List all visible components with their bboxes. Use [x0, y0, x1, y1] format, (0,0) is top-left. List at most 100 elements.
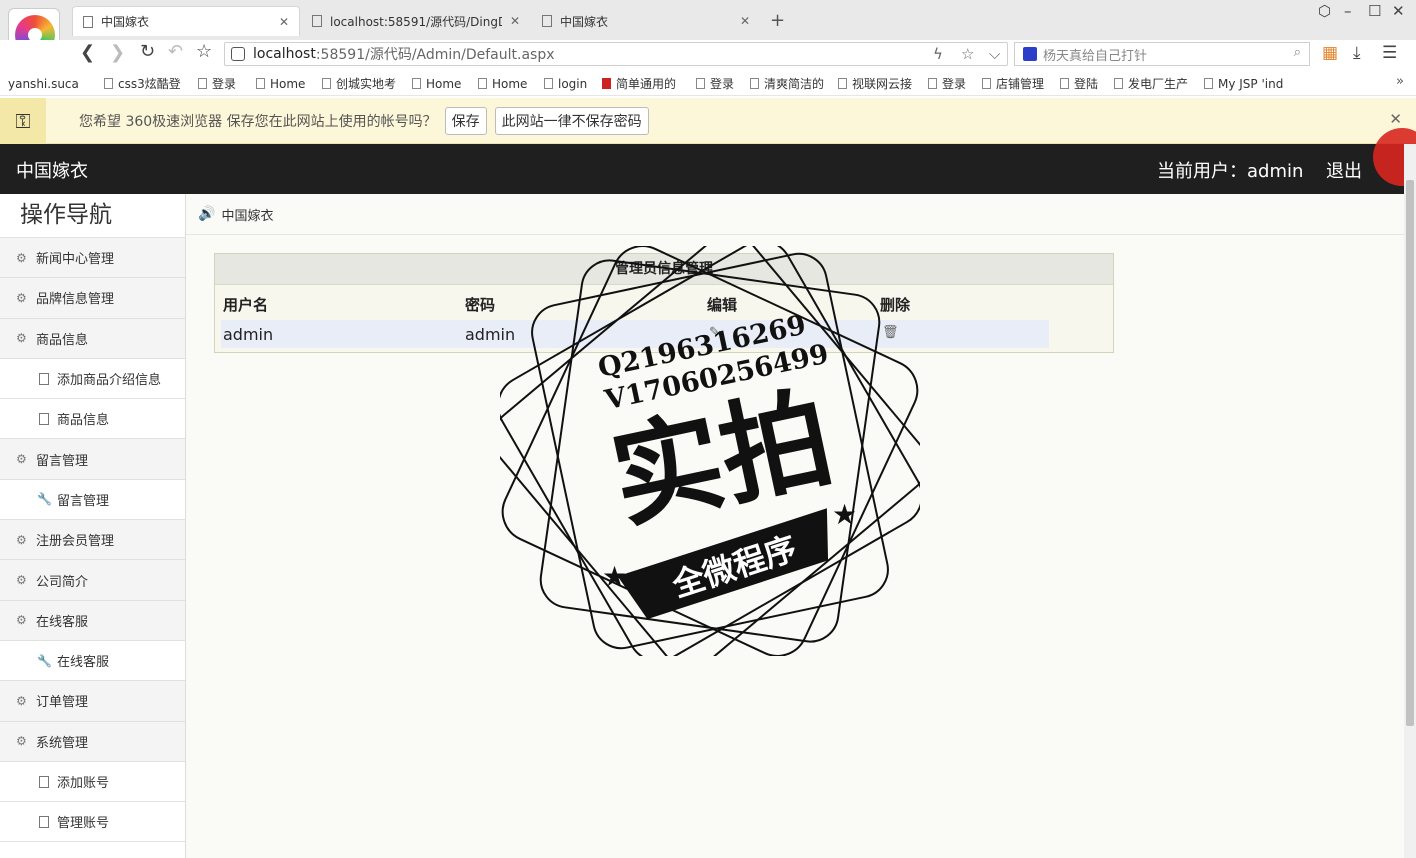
bookmark-item[interactable]: 创城实地考	[322, 75, 404, 92]
scrollbar-thumb[interactable]	[1406, 180, 1414, 726]
reload-icon[interactable]: ↻	[140, 41, 155, 62]
sidebar-item-support[interactable]: ⚙ 在线客服	[0, 600, 185, 641]
bookmark-item[interactable]: My JSP 'ind	[1204, 77, 1288, 91]
new-tab-icon[interactable]: +	[770, 10, 785, 31]
page-icon	[478, 78, 487, 89]
gear-icon: ⚙	[16, 573, 27, 588]
file-icon	[39, 372, 49, 385]
bookmark-item[interactable]: yanshi.suca	[8, 77, 96, 91]
bookmarks-bar: yanshi.suca css3炫酷登 登录 Home 创城实地考 Home H…	[0, 72, 1416, 96]
sidebar: 操作导航 ⚙ 新闻中心管理 ⚙ 品牌信息管理 ⚙ 商品信息 添加商品介绍信息 商品信息…	[0, 194, 186, 858]
bookmark-item[interactable]: 登陆	[1060, 75, 1106, 92]
bookmark-star-icon[interactable]: ☆	[961, 45, 974, 63]
page-icon	[696, 78, 705, 89]
page-icon	[1204, 78, 1213, 89]
bookmark-item[interactable]: Home	[478, 77, 536, 91]
search-box[interactable]: 杨天真给自己打针 ⌕	[1014, 42, 1310, 66]
page-icon	[542, 15, 552, 27]
save-password-button[interactable]: 保存	[444, 106, 487, 135]
gear-icon: ⚙	[16, 290, 27, 305]
bookmark-item[interactable]: 店铺管理	[982, 75, 1052, 92]
page-icon	[104, 78, 113, 89]
apps-icon[interactable]: ▦	[1322, 43, 1338, 63]
page-icon	[412, 78, 421, 89]
sidebar-item-manage-account[interactable]: 管理账号	[0, 802, 185, 843]
file-icon	[39, 775, 49, 788]
sidebar-item-support-manage[interactable]: 🔧 在线客服	[0, 640, 185, 682]
column-header-username: 用户名	[223, 296, 269, 314]
search-icon[interactable]: ⌕	[1294, 45, 1301, 60]
undo-icon[interactable]: ↶	[168, 41, 183, 62]
file-icon	[39, 815, 49, 828]
watermark-stamp: Q2196316269 V17060256499 实拍 全微程序 ★ ★	[500, 246, 920, 656]
sidebar-item-product-info[interactable]: 商品信息	[0, 399, 185, 440]
tab-close-icon[interactable]: ✕	[510, 14, 520, 28]
download-icon[interactable]: ⤓	[1353, 43, 1361, 63]
favorite-icon[interactable]: ☆	[196, 41, 212, 62]
menu-icon[interactable]: ☰	[1382, 43, 1397, 63]
more-bookmarks-icon[interactable]: »	[1396, 74, 1404, 89]
cell-username: admin	[223, 325, 274, 344]
current-user: 当前用户：admin	[1157, 161, 1304, 182]
gear-icon: ⚙	[16, 250, 27, 265]
sidebar-item-products[interactable]: ⚙ 商品信息	[0, 318, 185, 359]
bookmark-item[interactable]: login	[544, 77, 594, 91]
file-icon	[39, 412, 49, 425]
bookmark-item[interactable]: Home	[412, 77, 470, 91]
sidebar-item-message-manage[interactable]: 🔧 留言管理	[0, 479, 185, 521]
page-icon	[928, 78, 937, 89]
skin-icon[interactable]: ⬡	[1318, 2, 1331, 20]
sidebar-title: 操作导航	[0, 194, 185, 238]
vertical-scrollbar[interactable]	[1404, 144, 1416, 858]
page-icon	[322, 78, 331, 89]
bookmark-item[interactable]: 简单通用的	[602, 75, 688, 92]
sidebar-item-messages[interactable]: ⚙ 留言管理	[0, 439, 185, 480]
never-save-button[interactable]: 此网站一律不保存密码	[494, 106, 649, 135]
logout-link[interactable]: 退出	[1326, 157, 1362, 183]
close-icon[interactable]: ✕	[1389, 110, 1402, 128]
password-prompt: 您希望 360极速浏览器 保存您在此网站上使用的帐号吗？	[79, 113, 437, 130]
bookmark-item[interactable]: 清爽简洁的	[750, 75, 830, 92]
wrench-icon: 🔧	[37, 653, 52, 668]
tab-3[interactable]: 中国嫁衣 ✕	[532, 6, 760, 36]
page-icon	[198, 78, 207, 89]
bookmark-item[interactable]: css3炫酷登	[104, 75, 190, 92]
wrench-icon: 🔧	[37, 492, 52, 507]
tab-2[interactable]: localhost:58591/源代码/DingD ✕	[302, 6, 530, 36]
forward-icon[interactable]: ❯	[110, 42, 125, 63]
dropdown-icon[interactable]: ⌵	[989, 45, 1000, 63]
tab-active[interactable]: 中国嫁衣 ✕	[72, 6, 300, 36]
window-close-icon[interactable]: ✕	[1392, 2, 1405, 20]
bookmark-item[interactable]: Home	[256, 77, 314, 91]
sidebar-item-add-account[interactable]: 添加账号	[0, 761, 185, 803]
bookmark-item[interactable]: 登录	[198, 75, 248, 92]
sidebar-item-add-product[interactable]: 添加商品介绍信息	[0, 358, 185, 400]
sidebar-item-system[interactable]: ⚙ 系统管理	[0, 721, 185, 762]
sidebar-item-news[interactable]: ⚙ 新闻中心管理	[0, 238, 185, 279]
sidebar-item-members[interactable]: ⚙ 注册会员管理	[0, 520, 185, 561]
minimize-icon[interactable]: –	[1344, 2, 1352, 20]
brand-title[interactable]: 中国嫁衣	[16, 157, 88, 183]
page-icon	[1114, 78, 1123, 89]
address-bar[interactable]: localhost:58591/源代码/Admin/Default.aspx ϟ…	[224, 42, 1008, 66]
page-icon	[602, 78, 611, 89]
bookmark-item[interactable]: 发电厂生产	[1114, 75, 1196, 92]
tab-close-icon[interactable]: ✕	[279, 15, 289, 29]
gear-icon: ⚙	[16, 613, 27, 628]
page-icon	[312, 15, 322, 27]
sidebar-item-orders[interactable]: ⚙ 订单管理	[0, 681, 185, 722]
lightning-icon[interactable]: ϟ	[933, 45, 943, 63]
page-icon	[750, 78, 759, 89]
sidebar-item-brand[interactable]: ⚙ 品牌信息管理	[0, 278, 185, 319]
gear-icon: ⚙	[16, 734, 27, 749]
tab-close-icon[interactable]: ✕	[740, 14, 750, 28]
page-icon	[83, 15, 93, 28]
bookmark-item[interactable]: 登录	[696, 75, 742, 92]
maximize-icon[interactable]: ☐	[1368, 2, 1381, 20]
back-icon[interactable]: ❮	[80, 42, 95, 63]
gear-icon: ⚙	[16, 452, 27, 467]
bookmark-item[interactable]: 登录	[928, 75, 974, 92]
sidebar-item-company[interactable]: ⚙ 公司简介	[0, 560, 185, 601]
bookmark-item[interactable]: 视联网云接	[838, 75, 920, 92]
gear-icon: ⚙	[16, 693, 27, 708]
